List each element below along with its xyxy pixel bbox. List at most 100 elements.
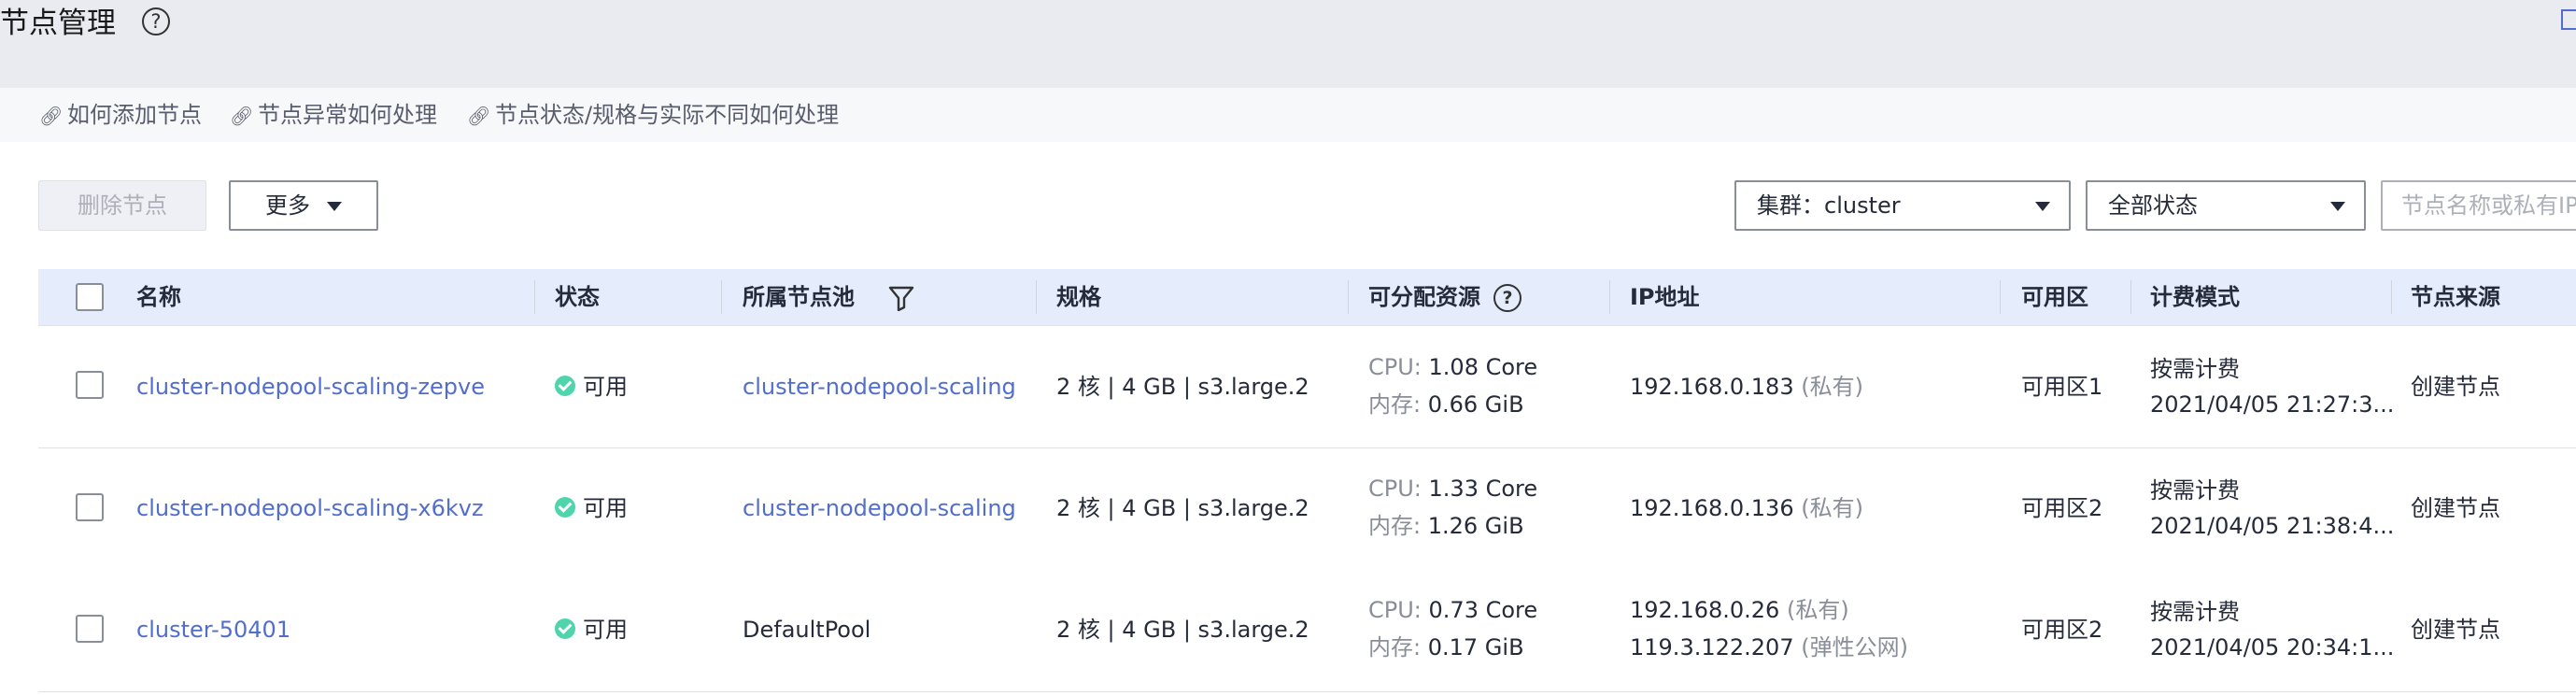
public-ip: 119.3.122.207 (弹性公网) bbox=[1630, 633, 1908, 661]
column-divider bbox=[1609, 280, 1610, 314]
memory-value: 0.17 GiB bbox=[1427, 634, 1524, 660]
column-divider bbox=[2391, 280, 2392, 314]
select-all-checkbox[interactable] bbox=[76, 283, 104, 311]
billing-mode: 按需计费 bbox=[2150, 356, 2240, 382]
help-link-add-node[interactable]: 🔗︎ 如何添加节点 bbox=[39, 88, 202, 142]
column-header-resources-label: 可分配资源 bbox=[1368, 284, 1480, 310]
column-header-pool-label: 所属节点池 bbox=[743, 284, 855, 310]
billing-mode: 按需计费 bbox=[2150, 477, 2240, 504]
row-checkbox[interactable] bbox=[76, 615, 104, 643]
cpu-label: CPU: bbox=[1368, 476, 1422, 502]
cpu-resource: CPU: 1.33 Core bbox=[1368, 475, 1537, 503]
spec-cell: 2 核 | 4 GB | s3.large.2 bbox=[1056, 617, 1309, 643]
help-link-node-exception[interactable]: 🔗︎ 节点异常如何处理 bbox=[230, 88, 437, 142]
column-header-pool[interactable]: 所属节点池 bbox=[743, 269, 914, 325]
node-pool-link[interactable]: cluster-nodepool-scaling bbox=[743, 494, 1016, 522]
page-header bbox=[0, 0, 2576, 88]
link-icon: 🔗︎ bbox=[467, 105, 491, 127]
node-name-link[interactable]: cluster-nodepool-scaling-x6kvz bbox=[136, 494, 484, 522]
more-button[interactable]: 更多 bbox=[229, 180, 378, 231]
cpu-resource: CPU: 1.08 Core bbox=[1368, 353, 1537, 381]
ip-tag: (私有) bbox=[1786, 597, 1849, 623]
status-available-icon bbox=[555, 376, 575, 396]
cluster-select[interactable]: 集群：cluster bbox=[1734, 180, 2071, 231]
zone-cell: 可用区1 bbox=[2021, 374, 2103, 400]
link-icon: 🔗︎ bbox=[230, 105, 254, 127]
column-header-spec[interactable]: 规格 bbox=[1056, 269, 1101, 325]
panel-toggle-icon[interactable] bbox=[2561, 9, 2576, 30]
caret-down-icon bbox=[2330, 202, 2345, 211]
status-select-value: 全部状态 bbox=[2108, 192, 2198, 219]
status-text: 可用 bbox=[583, 495, 628, 521]
billing-time: 2021/04/05 20:34:1... bbox=[2150, 634, 2395, 660]
status-cell: 可用 bbox=[555, 373, 628, 401]
billing-time: 2021/04/05 21:27:3... bbox=[2150, 391, 2395, 418]
column-divider bbox=[2130, 280, 2131, 314]
memory-resource: 内存: 1.26 GiB bbox=[1368, 512, 1524, 540]
zone-cell: 可用区2 bbox=[2021, 495, 2103, 521]
page-title: 节点管理 bbox=[0, 7, 116, 40]
status-cell: 可用 bbox=[555, 494, 628, 522]
private-ip: 192.168.0.183 (私有) bbox=[1630, 373, 1863, 401]
filter-icon[interactable] bbox=[888, 285, 914, 311]
cpu-label: CPU: bbox=[1368, 354, 1422, 380]
status-available-icon bbox=[555, 618, 575, 639]
source-cell: 创建节点 bbox=[2411, 617, 2500, 643]
node-pool-link[interactable]: cluster-nodepool-scaling bbox=[743, 373, 1016, 401]
column-divider bbox=[534, 280, 535, 314]
column-header-billing[interactable]: 计费模式 bbox=[2150, 269, 2240, 325]
caret-down-icon bbox=[327, 202, 342, 211]
cpu-value: 1.33 Core bbox=[1428, 476, 1538, 502]
memory-label: 内存: bbox=[1368, 513, 1422, 539]
spec-cell: 2 核 | 4 GB | s3.large.2 bbox=[1056, 374, 1309, 400]
search-input[interactable] bbox=[2381, 180, 2576, 231]
memory-resource: 内存: 0.17 GiB bbox=[1368, 633, 1524, 661]
row-checkbox[interactable] bbox=[76, 371, 104, 399]
node-pool-text: DefaultPool bbox=[743, 617, 871, 643]
node-name-link[interactable]: cluster-nodepool-scaling-zepve bbox=[136, 373, 485, 401]
ip-tag: (弹性公网) bbox=[1801, 634, 1908, 660]
column-header-name[interactable]: 名称 bbox=[136, 269, 181, 325]
column-divider bbox=[1348, 280, 1349, 314]
column-header-zone[interactable]: 可用区 bbox=[2021, 269, 2088, 325]
ip-tag: (私有) bbox=[1801, 374, 1863, 400]
spec-cell: 2 核 | 4 GB | s3.large.2 bbox=[1056, 495, 1309, 521]
cpu-value: 0.73 Core bbox=[1428, 597, 1538, 623]
delete-node-button[interactable]: 删除节点 bbox=[38, 180, 206, 231]
memory-label: 内存: bbox=[1368, 634, 1422, 660]
ip-value: 192.168.0.26 bbox=[1630, 597, 1780, 623]
ip-tag: (私有) bbox=[1801, 495, 1863, 521]
cpu-label: CPU: bbox=[1368, 597, 1422, 623]
status-cell: 可用 bbox=[555, 616, 628, 644]
ip-value: 192.168.0.183 bbox=[1630, 374, 1794, 400]
column-divider bbox=[2000, 280, 2001, 314]
billing-time: 2021/04/05 21:38:4... bbox=[2150, 513, 2395, 539]
source-cell: 创建节点 bbox=[2411, 374, 2500, 400]
column-header-resources[interactable]: 可分配资源? bbox=[1368, 269, 1522, 325]
help-icon[interactable]: ? bbox=[1493, 284, 1522, 312]
status-text: 可用 bbox=[583, 374, 628, 400]
help-link-node-status[interactable]: 🔗︎ 节点状态/规格与实际不同如何处理 bbox=[467, 88, 839, 142]
billing-mode: 按需计费 bbox=[2150, 599, 2240, 625]
column-header-source[interactable]: 节点来源 bbox=[2411, 269, 2500, 325]
source-cell: 创建节点 bbox=[2411, 495, 2500, 521]
more-button-label: 更多 bbox=[265, 192, 310, 219]
cluster-select-value: 集群：cluster bbox=[1757, 192, 1901, 219]
memory-label: 内存: bbox=[1368, 391, 1422, 418]
private-ip: 192.168.0.136 (私有) bbox=[1630, 494, 1863, 522]
column-header-status[interactable]: 状态 bbox=[555, 269, 600, 325]
memory-value: 0.66 GiB bbox=[1427, 391, 1524, 418]
link-icon: 🔗︎ bbox=[39, 105, 64, 127]
private-ip: 192.168.0.26 (私有) bbox=[1630, 596, 1849, 624]
ip-value: 119.3.122.207 bbox=[1630, 634, 1794, 660]
cpu-resource: CPU: 0.73 Core bbox=[1368, 596, 1537, 624]
memory-resource: 内存: 0.66 GiB bbox=[1368, 391, 1524, 419]
zone-cell: 可用区2 bbox=[2021, 617, 2103, 643]
status-select[interactable]: 全部状态 bbox=[2086, 180, 2366, 231]
column-header-ip[interactable]: IP地址 bbox=[1630, 269, 1700, 325]
memory-value: 1.26 GiB bbox=[1427, 513, 1524, 539]
row-checkbox[interactable] bbox=[76, 493, 104, 521]
column-divider bbox=[721, 280, 722, 314]
help-icon[interactable]: ? bbox=[142, 7, 170, 36]
node-name-link[interactable]: cluster-50401 bbox=[136, 616, 290, 644]
